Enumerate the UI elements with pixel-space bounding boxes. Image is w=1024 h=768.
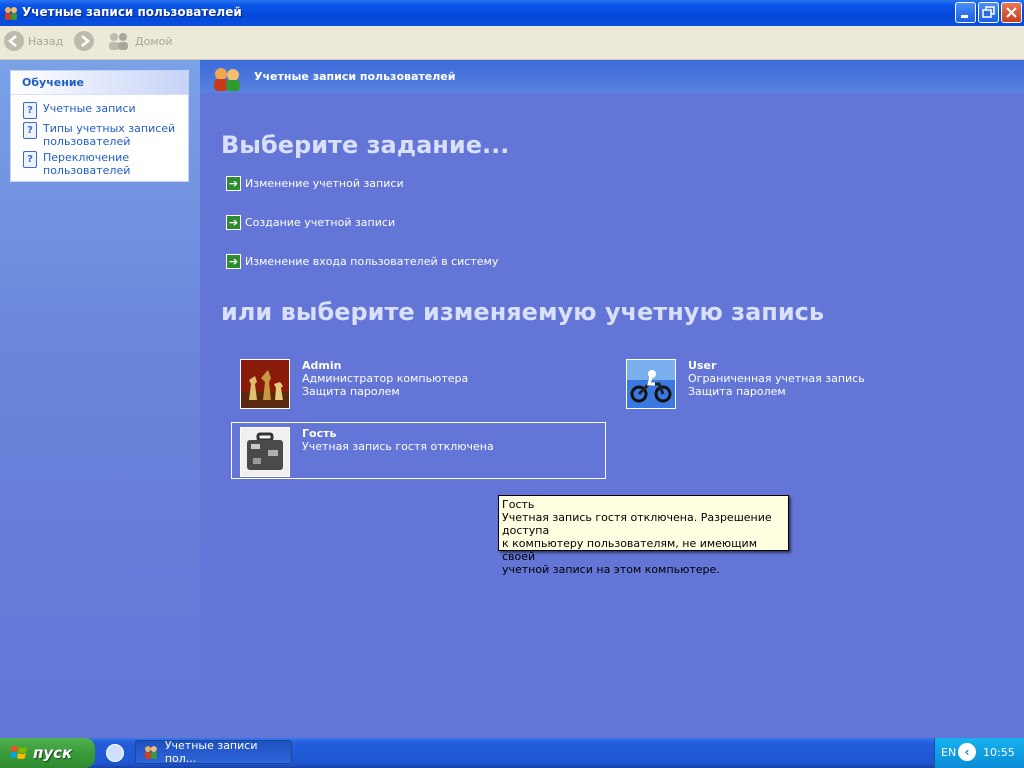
chess-pieces-avatar xyxy=(240,359,290,409)
task-change-account[interactable]: ➔ Изменение учетной записи xyxy=(226,176,404,191)
tooltip-line: к компьютеру пользователям, не имеющим с… xyxy=(502,537,758,563)
window-title: Учетные записи пользователей xyxy=(22,5,242,19)
arrow-right-icon: ➔ xyxy=(226,254,241,269)
account-type: Учетная запись гостя отключена xyxy=(302,440,494,453)
home-label: Домой xyxy=(135,34,173,48)
taskbar-item-user-accounts[interactable]: Учетные записи пол... xyxy=(135,739,292,765)
account-name: Гость xyxy=(302,427,337,440)
account-user[interactable]: User Ограниченная учетная запись Защита … xyxy=(626,359,865,409)
help-link-label: Типы учетных записей xyxy=(43,122,176,135)
show-hidden-icons-button[interactable]: ‹ xyxy=(958,743,976,761)
learn-about-panel: Обучение ? Учетные записи ? Типы учетных… xyxy=(10,70,189,182)
arrow-right-icon: ➔ xyxy=(226,215,241,230)
suitcase-avatar xyxy=(240,427,290,477)
back-arrow-icon xyxy=(4,31,24,51)
language-indicator[interactable]: EN xyxy=(941,746,956,759)
back-button[interactable]: Назад xyxy=(4,31,63,51)
help-icon: ? xyxy=(23,122,37,139)
close-button[interactable] xyxy=(1001,2,1022,23)
task-change-logon[interactable]: ➔ Изменение входа пользователей в систем… xyxy=(226,254,498,269)
help-link-account-types[interactable]: ? Типы учетных записей пользователей xyxy=(23,122,175,148)
help-icon: ? xyxy=(23,151,37,168)
account-name: User xyxy=(688,359,717,372)
internet-explorer-quicklaunch-icon[interactable] xyxy=(106,744,124,762)
task-create-account[interactable]: ➔ Создание учетной записи xyxy=(226,215,395,230)
help-link-label-2: пользователей xyxy=(43,135,131,148)
help-icon: ? xyxy=(23,102,37,119)
task-label: Изменение учетной записи xyxy=(245,177,404,190)
start-label: пуск xyxy=(33,744,73,762)
back-label: Назад xyxy=(28,34,64,48)
minimize-button[interactable] xyxy=(955,2,976,23)
account-admin[interactable]: Admin Администратор компьютера Защита па… xyxy=(240,359,468,409)
tooltip-line: Учетная запись гостя отключена. Разрешен… xyxy=(502,511,772,537)
pick-account-heading: или выберите изменяемую учетную запись xyxy=(221,298,825,326)
account-status: Защита паролем xyxy=(688,385,786,398)
task-label: Изменение входа пользователей в систему xyxy=(245,255,499,268)
user-accounts-icon xyxy=(214,68,240,91)
clock[interactable]: 10:55 xyxy=(983,746,1015,759)
arrow-right-icon: ➔ xyxy=(226,176,241,191)
account-guest[interactable]: Гость Учетная запись гостя отключена xyxy=(240,427,494,477)
windows-logo-icon xyxy=(10,746,27,759)
guest-tooltip: Гость Учетная запись гостя отключена. Ра… xyxy=(498,495,789,576)
help-link-label-2: пользователей xyxy=(43,164,131,177)
tooltip-line: учетной записи на этом компьютере. xyxy=(502,563,720,576)
minimize-icon xyxy=(961,15,968,18)
account-status: Защита паролем xyxy=(302,385,400,398)
user-accounts-icon xyxy=(5,7,17,20)
account-type: Ограниченная учетная запись xyxy=(688,372,865,385)
learn-about-header[interactable]: Обучение xyxy=(11,71,188,95)
home-users-icon xyxy=(109,33,128,50)
account-name: Admin xyxy=(302,359,342,372)
user-accounts-icon xyxy=(144,746,157,759)
task-label: Создание учетной записи xyxy=(245,216,396,229)
main-header-title: Учетные записи пользователей xyxy=(254,70,456,83)
forward-button[interactable] xyxy=(74,31,94,51)
learn-about-title: Обучение xyxy=(22,76,84,89)
help-link-user-accounts[interactable]: ? Учетные записи xyxy=(23,102,136,119)
restore-button[interactable] xyxy=(978,2,999,23)
home-button[interactable]: Домой xyxy=(107,31,173,51)
help-link-label: Учетные записи xyxy=(43,102,136,115)
start-button[interactable]: пуск xyxy=(0,738,95,768)
tooltip-title: Гость xyxy=(502,498,535,511)
motocross-avatar xyxy=(626,359,676,409)
help-link-switching-users[interactable]: ? Переключение пользователей xyxy=(23,151,130,177)
forward-arrow-icon xyxy=(74,31,94,51)
restore-icon xyxy=(982,6,995,18)
close-icon xyxy=(1006,7,1017,18)
help-link-label: Переключение xyxy=(43,151,130,164)
taskbar-item-label: Учетные записи пол... xyxy=(164,739,258,765)
pick-task-heading: Выберите задание... xyxy=(221,131,510,159)
account-type: Администратор компьютера xyxy=(302,372,469,385)
